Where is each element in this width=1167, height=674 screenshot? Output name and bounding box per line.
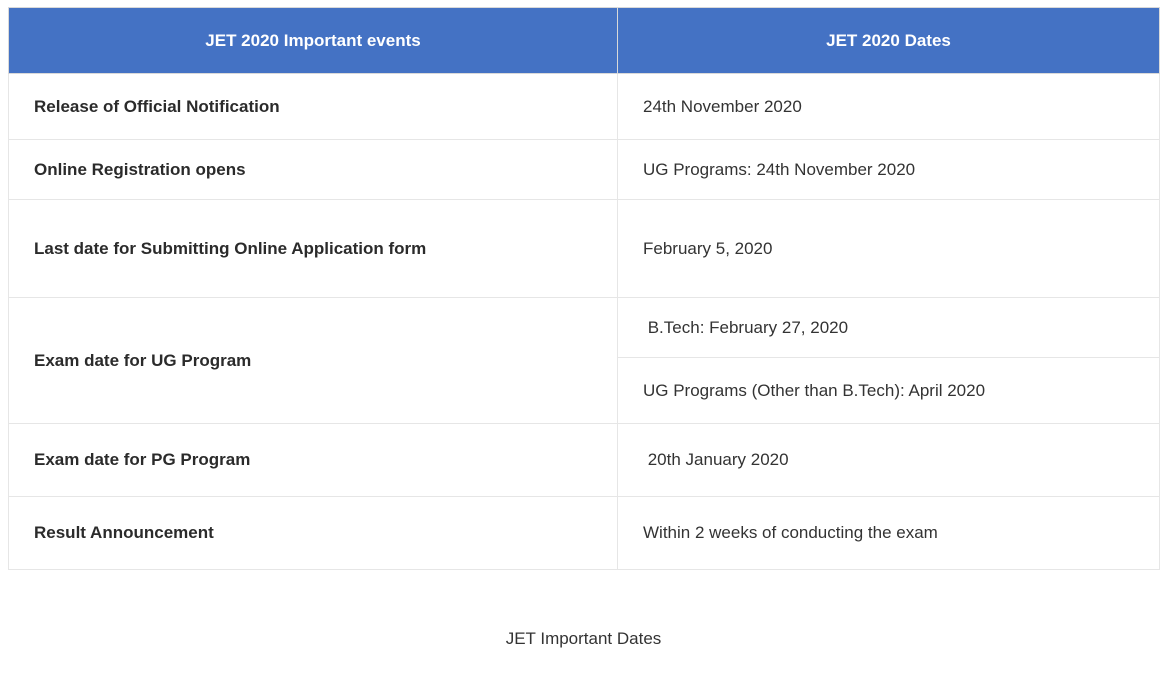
- table-row: Last date for Submitting Online Applicat…: [8, 199, 1160, 298]
- event-cell: Exam date for PG Program: [8, 423, 618, 497]
- table-header-row: JET 2020 Important events JET 2020 Dates: [8, 7, 1160, 74]
- table-row: Release of Official Notification 24th No…: [8, 73, 1160, 140]
- date-cell: Within 2 weeks of conducting the exam: [617, 496, 1160, 570]
- page: JET 2020 Important events JET 2020 Dates…: [0, 0, 1167, 674]
- table-row: Exam date for UG Program B.Tech: Februar…: [8, 297, 1160, 424]
- table-row: Online Registration opens UG Programs: 2…: [8, 139, 1160, 200]
- table-caption: JET Important Dates: [505, 629, 662, 648]
- event-cell: Result Announcement: [8, 496, 618, 570]
- table-row: Exam date for PG Program 20th January 20…: [8, 423, 1160, 497]
- date-cell: UG Programs: 24th November 2020: [617, 139, 1160, 200]
- date-cell: UG Programs (Other than B.Tech): April 2…: [617, 357, 1160, 424]
- event-cell: Release of Official Notification: [8, 73, 618, 140]
- header-dates: JET 2020 Dates: [617, 7, 1160, 74]
- date-cell: 20th January 2020: [617, 423, 1160, 497]
- event-cell: Online Registration opens: [8, 139, 618, 200]
- header-events: JET 2020 Important events: [8, 7, 618, 74]
- date-cell: 24th November 2020: [617, 73, 1160, 140]
- event-cell: Exam date for UG Program: [8, 297, 618, 424]
- date-cell: B.Tech: February 27, 2020: [617, 297, 1160, 358]
- event-cell: Last date for Submitting Online Applicat…: [8, 199, 618, 298]
- important-dates-table: JET 2020 Important events JET 2020 Dates…: [8, 7, 1160, 570]
- date-cell: February 5, 2020: [617, 199, 1160, 298]
- table-row: Result Announcement Within 2 weeks of co…: [8, 496, 1160, 570]
